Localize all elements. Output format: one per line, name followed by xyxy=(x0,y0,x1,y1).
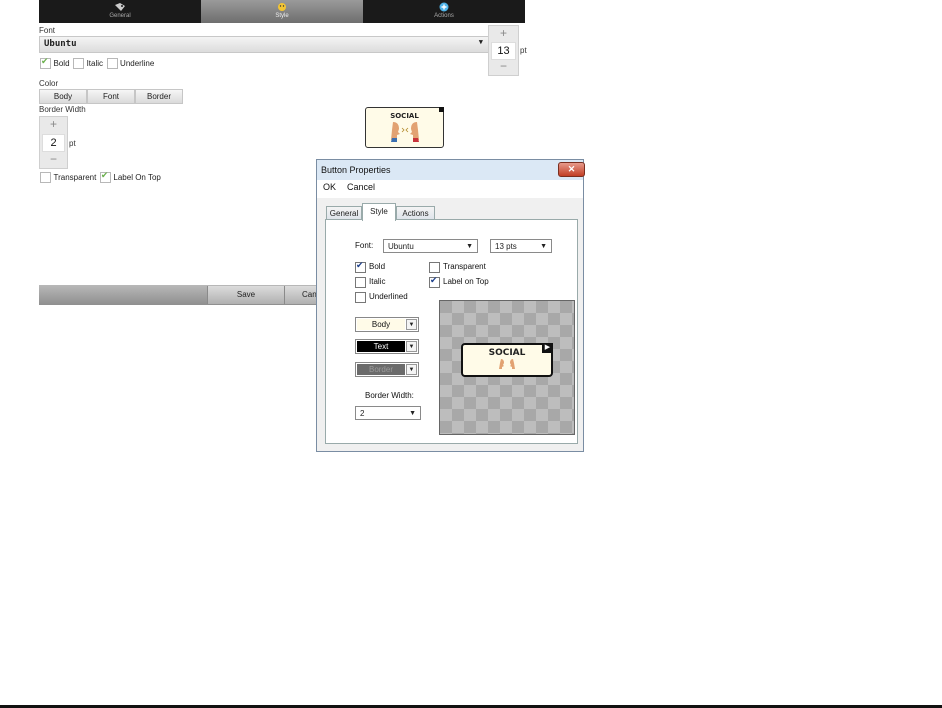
tab-actions[interactable]: Actions xyxy=(363,0,525,23)
body-color-button[interactable]: Body xyxy=(39,89,87,104)
font-select[interactable]: Ubuntu ▼ xyxy=(39,36,489,53)
transparent-label: Transparent xyxy=(53,173,97,183)
tab-actions-label: Actions xyxy=(434,13,454,19)
body-color-picker[interactable]: Body ▼ xyxy=(355,317,419,332)
border-width-increase-button[interactable]: + xyxy=(40,117,67,131)
dialog-underlined-label: Underlined xyxy=(369,292,408,301)
border-width-value[interactable]: 2 xyxy=(42,134,65,152)
underline-label: Underline xyxy=(120,59,155,69)
button-preview-area: SOCIAL ▶ xyxy=(439,300,575,435)
label-on-top-label: Label On Top xyxy=(113,173,161,183)
dialog-bold-checkbox[interactable] xyxy=(355,260,366,273)
dialog-font-size-select[interactable]: 13 pts ▼ xyxy=(490,239,552,253)
color-label: Color xyxy=(39,79,59,88)
italic-checkbox[interactable] xyxy=(73,58,85,70)
text-color-picker[interactable]: Text ▼ xyxy=(355,339,419,354)
menu-ok[interactable]: OK xyxy=(323,182,336,192)
dropdown-arrow-icon: ▼ xyxy=(406,364,417,375)
symbol-tile-label: SOCIAL xyxy=(390,112,419,120)
top-tab-bar: General Style Actions xyxy=(39,0,525,23)
preview-button-label: SOCIAL xyxy=(488,348,526,358)
transparent-checkbox[interactable] xyxy=(40,172,51,184)
dropdown-arrow-icon: ▼ xyxy=(540,243,547,250)
body-color-swatch: Body xyxy=(357,319,405,330)
smiley-icon xyxy=(278,3,286,11)
tab-style-label: Style xyxy=(275,13,289,19)
font-size-increase-button[interactable]: + xyxy=(489,26,518,40)
preview-button: SOCIAL ▶ xyxy=(461,343,553,377)
dialog-tab-actions[interactable]: Actions xyxy=(396,206,435,220)
dialog-label-on-top-checkbox[interactable] xyxy=(429,275,440,288)
border-color-picker[interactable]: Border ▼ xyxy=(355,362,419,377)
text-style-options: Bold Italic Underline xyxy=(40,56,155,70)
tile-corner-marker xyxy=(439,107,444,112)
border-width-stepper: + 2 − xyxy=(39,116,68,169)
tab-style[interactable]: Style xyxy=(201,0,363,23)
dropdown-arrow-icon: ▼ xyxy=(466,243,473,250)
dropdown-arrow-icon: ▼ xyxy=(478,38,483,46)
dropdown-arrow-icon: ▼ xyxy=(409,410,416,417)
dialog-font-label: Font: xyxy=(355,241,374,250)
button-properties-dialog: Button Properties ✕ OK Cancel General St… xyxy=(316,159,585,452)
text-color-swatch: Text xyxy=(357,341,405,352)
bold-label: Bold xyxy=(53,59,70,69)
dialog-border-width-value: 2 xyxy=(360,409,365,418)
border-color-swatch: Border xyxy=(357,364,405,375)
dropdown-arrow-icon: ▼ xyxy=(406,319,417,330)
dialog-title: Button Properties xyxy=(321,165,391,175)
dialog-transparent-checkbox[interactable] xyxy=(429,262,440,273)
font-label: Font xyxy=(39,26,56,35)
dialog-label-on-top-label: Label on Top xyxy=(443,277,489,286)
play-icon: ▶ xyxy=(542,343,553,353)
dialog-border-width-select[interactable]: 2 ▼ xyxy=(355,406,421,420)
bold-checkbox[interactable] xyxy=(40,56,51,70)
close-icon[interactable]: ✕ xyxy=(558,162,585,177)
dialog-font-size-value: 13 pts xyxy=(495,242,517,251)
font-size-stepper: + 13 − xyxy=(488,25,519,76)
plus-circle-icon xyxy=(439,2,449,12)
tag-icon xyxy=(115,3,125,11)
talking-heads-icon xyxy=(390,122,419,142)
italic-label: Italic xyxy=(86,59,104,69)
dialog-tab-general[interactable]: General xyxy=(326,206,362,220)
dialog-menu-bar: OK Cancel xyxy=(317,180,583,198)
display-options: Transparent Label On Top xyxy=(40,170,162,184)
dialog-font-select[interactable]: Ubuntu ▼ xyxy=(383,239,478,253)
dialog-tab-style[interactable]: Style xyxy=(362,203,396,221)
tab-general-label: General xyxy=(109,13,131,19)
dialog-bold-label: Bold xyxy=(369,262,386,271)
save-button[interactable]: Save xyxy=(207,286,284,304)
label-on-top-checkbox[interactable] xyxy=(99,170,111,184)
talking-heads-icon xyxy=(499,359,515,369)
font-select-value: Ubuntu xyxy=(44,39,77,49)
dialog-italic-checkbox[interactable] xyxy=(355,277,366,288)
border-width-unit: pt xyxy=(69,139,76,148)
dialog-border-width-label: Border Width: xyxy=(365,391,414,400)
dialog-italic-label: Italic xyxy=(369,277,386,286)
font-color-button[interactable]: Font xyxy=(87,89,135,104)
dialog-font-value: Ubuntu xyxy=(388,242,414,251)
font-size-decrease-button[interactable]: − xyxy=(489,59,518,73)
menu-cancel[interactable]: Cancel xyxy=(347,182,375,192)
border-width-label: Border Width xyxy=(39,105,86,114)
underline-checkbox[interactable] xyxy=(106,58,118,70)
style-tab-panel: Font: Ubuntu ▼ 13 pts ▼ Bold Italic Unde… xyxy=(325,219,578,444)
border-color-button[interactable]: Border xyxy=(135,89,183,104)
dropdown-arrow-icon: ▼ xyxy=(406,341,417,352)
border-width-decrease-button[interactable]: − xyxy=(40,152,67,166)
font-size-unit: pt xyxy=(520,46,527,55)
dialog-transparent-label: Transparent xyxy=(443,262,486,271)
dialog-underlined-checkbox[interactable] xyxy=(355,292,366,303)
font-size-value[interactable]: 13 xyxy=(491,42,516,60)
symbol-tile-preview: SOCIAL xyxy=(365,107,444,148)
tab-general[interactable]: General xyxy=(39,0,201,23)
dialog-body: General Style Actions Font: Ubuntu ▼ 13 … xyxy=(317,198,583,451)
